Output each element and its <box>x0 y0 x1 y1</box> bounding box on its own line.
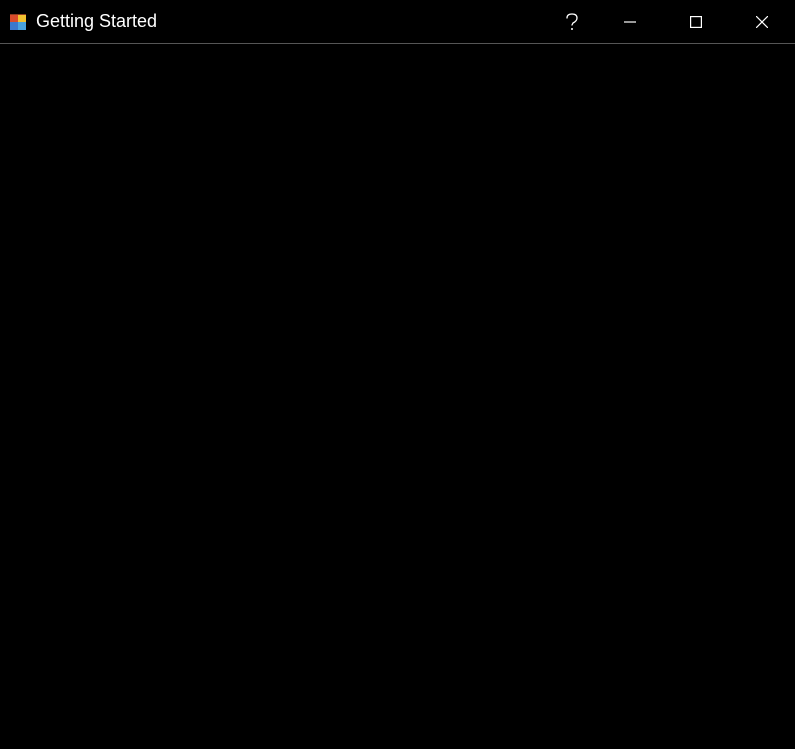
content-area <box>0 44 795 749</box>
application-window: Getting Started <box>0 0 795 749</box>
help-icon <box>566 13 578 31</box>
titlebar-controls <box>547 0 795 43</box>
titlebar[interactable]: Getting Started <box>0 0 795 44</box>
app-icon <box>10 14 26 30</box>
minimize-icon <box>624 16 636 28</box>
close-icon <box>756 16 768 28</box>
minimize-button[interactable] <box>597 0 663 43</box>
maximize-icon <box>690 16 702 28</box>
maximize-button[interactable] <box>663 0 729 43</box>
help-button[interactable] <box>547 0 597 43</box>
window-title: Getting Started <box>36 11 157 32</box>
close-button[interactable] <box>729 0 795 43</box>
